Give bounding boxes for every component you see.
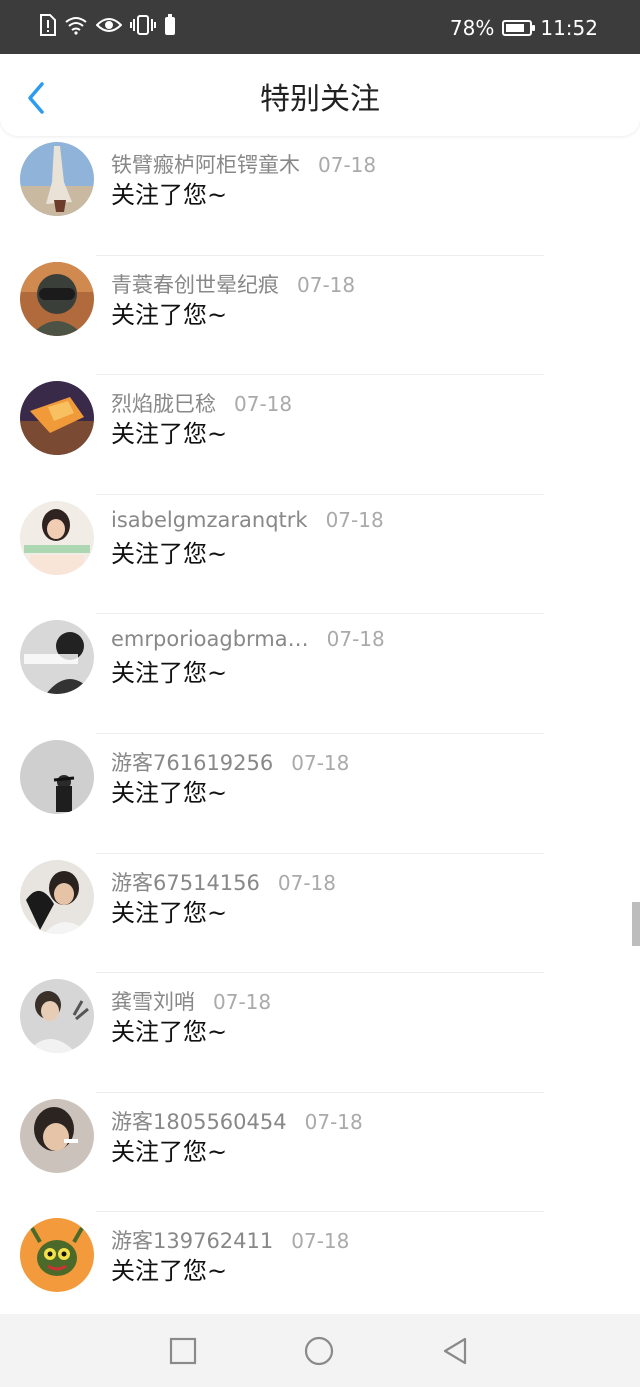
wifi-icon [65,17,87,35]
page-title: 特别关注 [260,82,380,117]
item-meta: 青蓑春创世晕纪痕 07-18 [111,269,355,299]
message: 关注了您~ [111,420,228,449]
list-item[interactable]: isabelgmzaranqtrk 07-18 关注了您~ [0,495,640,615]
date: 07-18 [234,392,293,417]
list-item[interactable]: 龚雪刘哨 07-18 关注了您~ [0,973,640,1093]
item-meta: 游客761619256 07-18 [111,747,349,777]
user-name[interactable]: 游客1805560454 [111,1106,287,1136]
item-meta: 烈焰胧巳稔 07-18 [111,388,292,418]
battery-icon [502,20,536,36]
date: 07-18 [291,1229,350,1254]
user-name[interactable]: emrporioagbrma… [111,627,309,651]
status-right: 78% 11:52 [450,14,598,42]
item-meta: 游客139762411 07-18 [111,1225,349,1255]
date: 07-18 [277,870,337,895]
follow-list: 铁臂瘢栌阿柜锷童木 07-18 关注了您~ 青蓑春创世晕纪痕 07-18 关注了… [0,136,640,1332]
alert-icon [40,14,56,36]
message: 关注了您~ [111,300,228,329]
avatar[interactable] [20,1098,94,1173]
list-item[interactable]: 铁臂瘢栌阿柜锷童木 07-18 关注了您~ [0,136,640,256]
user-name[interactable]: 烈焰胧巳稔 [111,388,216,418]
item-meta: emrporioagbrma… 07-18 [111,627,385,651]
avatar[interactable] [20,739,94,814]
user-name[interactable]: 游客139762411 [111,1225,273,1255]
message: 关注了您~ [111,778,228,807]
date: 07-18 [213,990,272,1015]
date: 07-18 [325,507,384,532]
battery-percent: 78% [449,16,495,40]
list-item[interactable]: 游客67514156 07-18 关注了您~ [0,854,640,974]
user-name[interactable]: 青蓑春创世晕纪痕 [111,269,279,299]
battery-small-icon [165,14,175,35]
item-meta: 游客67514156 07-18 [111,867,336,897]
triangle-back-icon[interactable] [440,1336,470,1366]
date: 07-18 [326,627,385,652]
user-name[interactable]: isabelgmzaranqtrk [111,508,308,532]
item-meta: isabelgmzaranqtrk 07-18 [111,508,384,532]
date: 07-18 [297,272,356,297]
date: 07-18 [304,1109,363,1134]
message: 关注了您~ [111,539,228,568]
list-item[interactable]: emrporioagbrma… 07-18 关注了您~ [0,614,640,734]
scrollbar-thumb[interactable] [632,902,640,946]
header: 特别关注 [0,54,640,136]
status-left-icons [40,14,176,36]
avatar[interactable] [20,979,94,1054]
avatar[interactable] [20,620,94,695]
circle-home-icon[interactable] [304,1336,334,1366]
item-meta: 游客1805560454 07-18 [111,1106,363,1136]
system-nav-bar [0,1314,640,1387]
avatar[interactable] [20,859,94,934]
item-meta: 龚雪刘哨 07-18 [111,986,271,1016]
user-name[interactable]: 龚雪刘哨 [111,986,195,1016]
avatar[interactable] [20,142,94,216]
message: 关注了您~ [111,1018,228,1047]
clock: 11:52 [540,16,598,40]
user-name[interactable]: 游客67514156 [111,867,260,897]
user-name[interactable]: 游客761619256 [111,747,273,777]
user-name[interactable]: 铁臂瘢栌阿柜锷童木 [111,149,300,179]
date: 07-18 [318,153,377,177]
date: 07-18 [291,750,350,775]
avatar[interactable] [20,500,94,575]
status-bar: 78% 11:52 [0,0,640,54]
message: 关注了您~ [111,1137,228,1166]
message: 关注了您~ [111,898,228,927]
list-item[interactable]: 游客761619256 07-18 关注了您~ [0,734,640,854]
message: 关注了您~ [111,659,228,688]
message: 关注了您~ [111,181,228,209]
item-meta: 铁臂瘢栌阿柜锷童木 07-18 [111,149,376,179]
list-item[interactable]: 烈焰胧巳稔 07-18 关注了您~ [0,375,640,495]
square-recent-icon[interactable] [168,1336,198,1366]
avatar[interactable] [20,1218,94,1293]
avatar[interactable] [20,261,94,336]
vibrate-icon [130,15,156,35]
list-item[interactable]: 游客1805560454 07-18 关注了您~ [0,1093,640,1213]
eye-icon [96,18,122,32]
avatar[interactable] [20,381,94,456]
list-item[interactable]: 青蓑春创世晕纪痕 07-18 关注了您~ [0,256,640,376]
message: 关注了您~ [111,1257,228,1286]
